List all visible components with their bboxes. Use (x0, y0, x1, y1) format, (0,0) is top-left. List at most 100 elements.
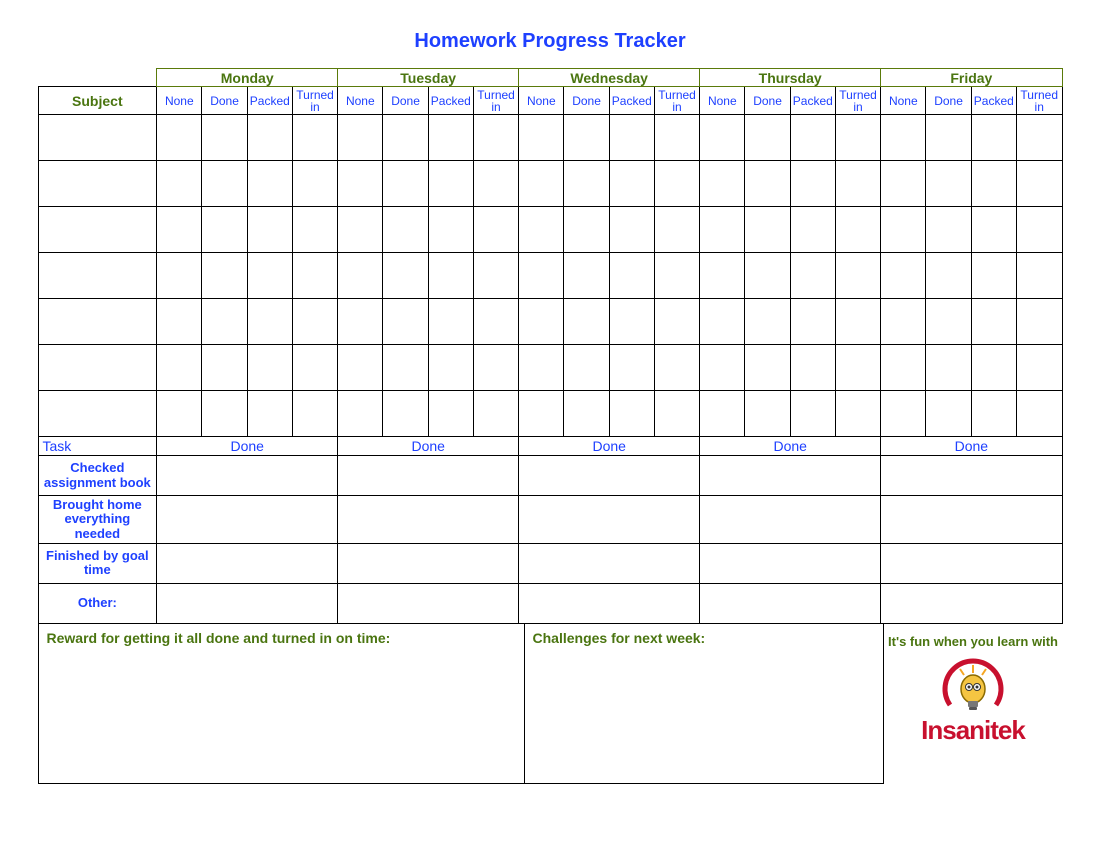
subject-cell[interactable] (38, 253, 157, 299)
status-cell[interactable] (654, 299, 699, 345)
status-cell[interactable] (1016, 299, 1062, 345)
status-cell[interactable] (971, 207, 1016, 253)
task-done-cell[interactable] (881, 496, 1062, 544)
task-done-cell[interactable] (519, 456, 700, 496)
status-cell[interactable] (790, 299, 835, 345)
status-cell[interactable] (202, 299, 247, 345)
status-cell[interactable] (1016, 253, 1062, 299)
status-cell[interactable] (519, 115, 564, 161)
status-cell[interactable] (473, 207, 518, 253)
status-cell[interactable] (1016, 391, 1062, 437)
status-cell[interactable] (654, 115, 699, 161)
status-cell[interactable] (700, 207, 745, 253)
status-cell[interactable] (1016, 207, 1062, 253)
status-cell[interactable] (835, 161, 880, 207)
status-cell[interactable] (247, 345, 292, 391)
task-done-cell[interactable] (881, 456, 1062, 496)
status-cell[interactable] (609, 115, 654, 161)
subject-cell[interactable] (38, 115, 157, 161)
status-cell[interactable] (383, 345, 428, 391)
status-cell[interactable] (473, 391, 518, 437)
status-cell[interactable] (247, 115, 292, 161)
status-cell[interactable] (157, 161, 202, 207)
status-cell[interactable] (157, 207, 202, 253)
status-cell[interactable] (428, 299, 473, 345)
task-done-cell[interactable] (338, 543, 519, 583)
status-cell[interactable] (338, 253, 383, 299)
status-cell[interactable] (654, 345, 699, 391)
task-done-cell[interactable] (700, 583, 881, 623)
status-cell[interactable] (745, 207, 790, 253)
status-cell[interactable] (971, 345, 1016, 391)
status-cell[interactable] (564, 161, 609, 207)
status-cell[interactable] (473, 299, 518, 345)
status-cell[interactable] (338, 345, 383, 391)
status-cell[interactable] (609, 299, 654, 345)
status-cell[interactable] (971, 391, 1016, 437)
challenges-box[interactable]: Challenges for next week: (525, 624, 884, 784)
status-cell[interactable] (247, 253, 292, 299)
status-cell[interactable] (926, 115, 971, 161)
status-cell[interactable] (383, 299, 428, 345)
status-cell[interactable] (609, 207, 654, 253)
task-done-cell[interactable] (700, 456, 881, 496)
status-cell[interactable] (790, 115, 835, 161)
status-cell[interactable] (926, 161, 971, 207)
status-cell[interactable] (202, 391, 247, 437)
status-cell[interactable] (157, 391, 202, 437)
task-done-cell[interactable] (157, 583, 338, 623)
status-cell[interactable] (790, 207, 835, 253)
status-cell[interactable] (700, 161, 745, 207)
status-cell[interactable] (428, 161, 473, 207)
status-cell[interactable] (790, 161, 835, 207)
status-cell[interactable] (654, 253, 699, 299)
subject-cell[interactable] (38, 299, 157, 345)
status-cell[interactable] (609, 161, 654, 207)
task-done-cell[interactable] (157, 543, 338, 583)
status-cell[interactable] (881, 299, 926, 345)
status-cell[interactable] (519, 299, 564, 345)
status-cell[interactable] (202, 253, 247, 299)
status-cell[interactable] (700, 253, 745, 299)
status-cell[interactable] (157, 299, 202, 345)
task-done-cell[interactable] (881, 583, 1062, 623)
status-cell[interactable] (654, 207, 699, 253)
status-cell[interactable] (790, 345, 835, 391)
status-cell[interactable] (881, 345, 926, 391)
status-cell[interactable] (971, 299, 1016, 345)
status-cell[interactable] (473, 253, 518, 299)
status-cell[interactable] (202, 207, 247, 253)
status-cell[interactable] (428, 345, 473, 391)
status-cell[interactable] (564, 345, 609, 391)
reward-box[interactable]: Reward for getting it all done and turne… (38, 624, 525, 784)
status-cell[interactable] (157, 345, 202, 391)
status-cell[interactable] (926, 207, 971, 253)
status-cell[interactable] (881, 161, 926, 207)
status-cell[interactable] (700, 299, 745, 345)
status-cell[interactable] (292, 115, 337, 161)
status-cell[interactable] (428, 207, 473, 253)
subject-cell[interactable] (38, 207, 157, 253)
task-done-cell[interactable] (700, 496, 881, 544)
status-cell[interactable] (745, 391, 790, 437)
status-cell[interactable] (881, 115, 926, 161)
status-cell[interactable] (383, 161, 428, 207)
status-cell[interactable] (202, 345, 247, 391)
status-cell[interactable] (519, 207, 564, 253)
status-cell[interactable] (971, 115, 1016, 161)
status-cell[interactable] (292, 345, 337, 391)
status-cell[interactable] (338, 161, 383, 207)
status-cell[interactable] (247, 161, 292, 207)
task-done-cell[interactable] (157, 496, 338, 544)
status-cell[interactable] (790, 391, 835, 437)
status-cell[interactable] (1016, 115, 1062, 161)
status-cell[interactable] (338, 115, 383, 161)
status-cell[interactable] (383, 391, 428, 437)
status-cell[interactable] (247, 391, 292, 437)
status-cell[interactable] (700, 345, 745, 391)
task-done-cell[interactable] (338, 583, 519, 623)
status-cell[interactable] (835, 115, 880, 161)
status-cell[interactable] (473, 345, 518, 391)
status-cell[interactable] (428, 253, 473, 299)
status-cell[interactable] (609, 253, 654, 299)
